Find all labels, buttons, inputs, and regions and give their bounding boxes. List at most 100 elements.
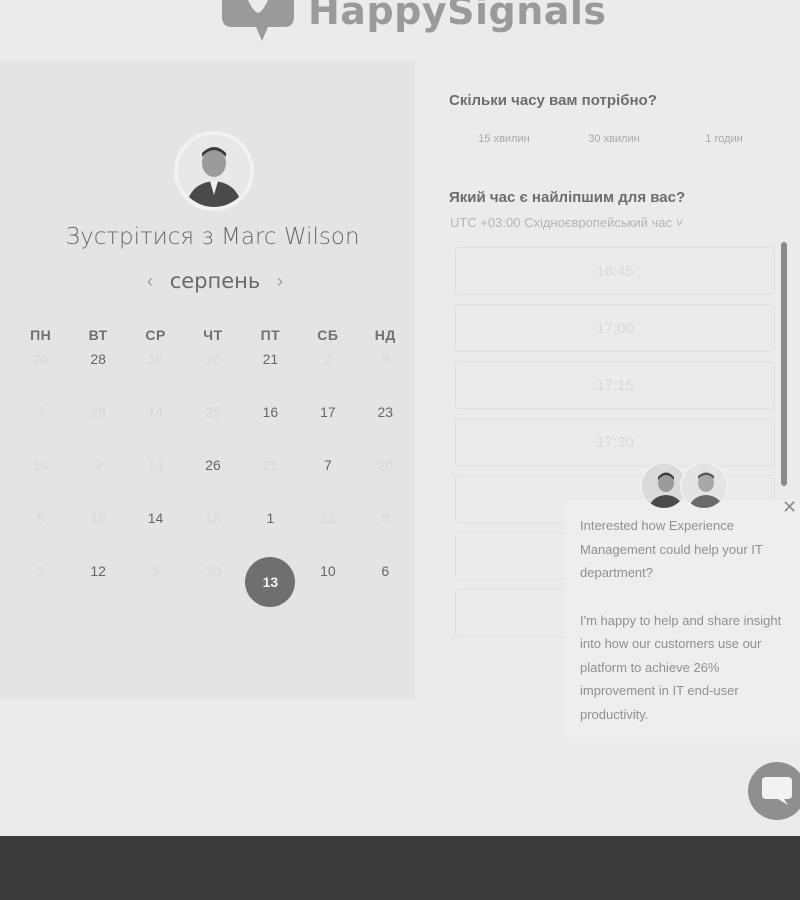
person-photo-icon xyxy=(178,135,250,207)
calendar-day: 19 xyxy=(69,504,126,532)
calendar-day-number: 1 xyxy=(266,510,275,526)
chat-agent-avatars xyxy=(640,462,732,512)
calendar-day: 30 xyxy=(184,557,241,585)
weekday-tue: ВТ xyxy=(88,327,108,343)
weekday-sun: НД xyxy=(374,327,396,343)
calendar-day[interactable]: 16 xyxy=(242,398,299,426)
time-slot[interactable]: 17:00 xyxy=(455,304,775,352)
agent-avatar xyxy=(680,462,728,510)
calendar-panel: Зустрітися з Marc Wilson ‹ серпень › ПН … xyxy=(0,60,415,700)
calendar-day-number: 25 xyxy=(205,404,221,420)
chat-message-paragraph: I'm happy to help and share insight into… xyxy=(580,612,782,722)
page-footer xyxy=(0,836,800,900)
calendar-day: 21 xyxy=(242,451,299,479)
calendar-day: 26 xyxy=(184,345,241,373)
calendar-day[interactable]: 14 xyxy=(127,504,184,532)
calendar-day: 3 xyxy=(127,557,184,585)
time-slot-scrollbar[interactable] xyxy=(781,242,787,486)
host-avatar-frame xyxy=(174,131,254,211)
calendar-day[interactable]: 10 xyxy=(299,557,356,585)
chat-bubble-icon xyxy=(762,777,792,805)
chat-message-paragraph: Interested how Experience Management cou… xyxy=(580,518,763,580)
calendar-day-number: 12 xyxy=(90,563,106,579)
calendar-day[interactable]: 23 xyxy=(357,398,414,426)
calendar-day: 14 xyxy=(127,451,184,479)
calendar-day: 8 xyxy=(12,504,69,532)
calendar-day-number: 3 xyxy=(151,563,160,579)
weekday-fri: ПТ xyxy=(260,327,281,343)
time-slot[interactable]: 17:15 xyxy=(455,361,775,409)
logo-wordmark: HappySignals xyxy=(308,0,607,33)
calendar-day: 9 xyxy=(357,345,414,373)
calendar-day-number: 23 xyxy=(377,404,394,420)
duration-option-15min[interactable]: 15 хвилин xyxy=(449,133,559,145)
calendar-day-number: 21 xyxy=(262,351,279,367)
calendar-days-grid: 26 28 18 26 21 2 9 7 28 14 25 16 17 23 14 9 14 26 21 7 20 8 19… xyxy=(12,345,414,610)
duration-options: 15 хвилин 30 хвилин 1 годин xyxy=(449,133,779,145)
calendar-day[interactable]: 6 xyxy=(357,557,414,585)
calendar-day-number: 9 xyxy=(381,351,390,367)
calendar-day-number: 26 xyxy=(205,351,221,367)
speech-bubble-logo-icon xyxy=(222,0,294,41)
happysignals-logo[interactable]: HappySignals xyxy=(222,0,607,44)
weekday-sat: СБ xyxy=(317,327,339,343)
weekday-thu: ЧТ xyxy=(203,327,223,343)
time-slot[interactable]: 16:45 xyxy=(455,247,775,295)
calendar-day-number: 14 xyxy=(147,510,164,526)
calendar-day: 18 xyxy=(184,504,241,532)
calendar-day[interactable]: 21 xyxy=(242,345,299,373)
calendar-day-number: 2 xyxy=(323,351,332,367)
calendar-day-number: 2 xyxy=(36,563,45,579)
calendar-day-number: 26 xyxy=(32,351,49,367)
chat-launcher-button[interactable] xyxy=(748,762,800,820)
calendar-day: 2 xyxy=(12,557,69,585)
calendar-day[interactable]: 7 xyxy=(299,451,356,479)
weekday-header-row: ПН ВТ СР ЧТ ПТ СБ НД xyxy=(12,327,414,343)
month-navigation: ‹ серпень › xyxy=(140,269,290,293)
calendar-day: 25 xyxy=(184,398,241,426)
calendar-day-number: 17 xyxy=(320,404,336,420)
calendar-day[interactable]: 1 xyxy=(242,504,299,532)
prev-month-chevron-icon[interactable]: ‹ xyxy=(140,271,160,292)
chat-message: Interested how Experience Management cou… xyxy=(580,514,795,726)
calendar-day-number: 7 xyxy=(36,404,45,420)
calendar-day-number: 9 xyxy=(94,457,103,473)
calendar-day-number: 18 xyxy=(205,510,221,526)
calendar-day-number: 28 xyxy=(90,404,106,420)
duration-option-1h[interactable]: 1 годин xyxy=(669,133,779,145)
calendar-day-number: 30 xyxy=(205,563,221,579)
calendar-day-number: 8 xyxy=(36,510,45,526)
next-month-chevron-icon[interactable]: › xyxy=(270,271,290,292)
calendar-day-number: 20 xyxy=(377,457,394,473)
calendar-day: 14 xyxy=(127,398,184,426)
calendar-day: 9 xyxy=(69,451,126,479)
calendar-day-selected[interactable]: 13 xyxy=(242,557,299,607)
calendar-day: 18 xyxy=(127,345,184,373)
duration-question: Скільки часу вам потрібно? xyxy=(449,92,657,109)
calendar-day: 23 xyxy=(299,504,356,532)
duration-option-30min[interactable]: 30 хвилин xyxy=(559,133,669,145)
calendar-day-number: 13 xyxy=(245,557,296,607)
meeting-title: Зустрітися з Marc Wilson xyxy=(65,224,360,250)
time-slot[interactable]: 17:30 xyxy=(455,418,775,466)
calendar-day-number: 8 xyxy=(381,510,390,526)
calendar-day-number: 14 xyxy=(32,457,49,473)
calendar-day-number: 10 xyxy=(320,563,336,579)
calendar-day: 28 xyxy=(69,398,126,426)
weekday-mon: ПН xyxy=(30,327,52,343)
calendar-day: 2 xyxy=(299,345,356,373)
host-avatar xyxy=(178,135,250,207)
weekday-wed: СР xyxy=(145,327,166,343)
calendar-day: 7 xyxy=(12,398,69,426)
calendar-day[interactable]: 28 xyxy=(69,345,126,373)
calendar-day[interactable]: 12 xyxy=(69,557,126,585)
calendar-day[interactable]: 17 xyxy=(299,398,356,426)
calendar-day-number: 19 xyxy=(90,510,106,526)
calendar-day-number: 23 xyxy=(320,510,336,526)
timezone-selector[interactable]: UTC +03:00 Східноєвропейський час ˅ xyxy=(450,215,683,230)
calendar-day: 14 xyxy=(12,451,69,479)
calendar-day-number: 14 xyxy=(147,404,164,420)
calendar-day[interactable]: 26 xyxy=(184,451,241,479)
calendar-day: 26 xyxy=(12,345,69,373)
calendar-day-number: 26 xyxy=(205,457,221,473)
